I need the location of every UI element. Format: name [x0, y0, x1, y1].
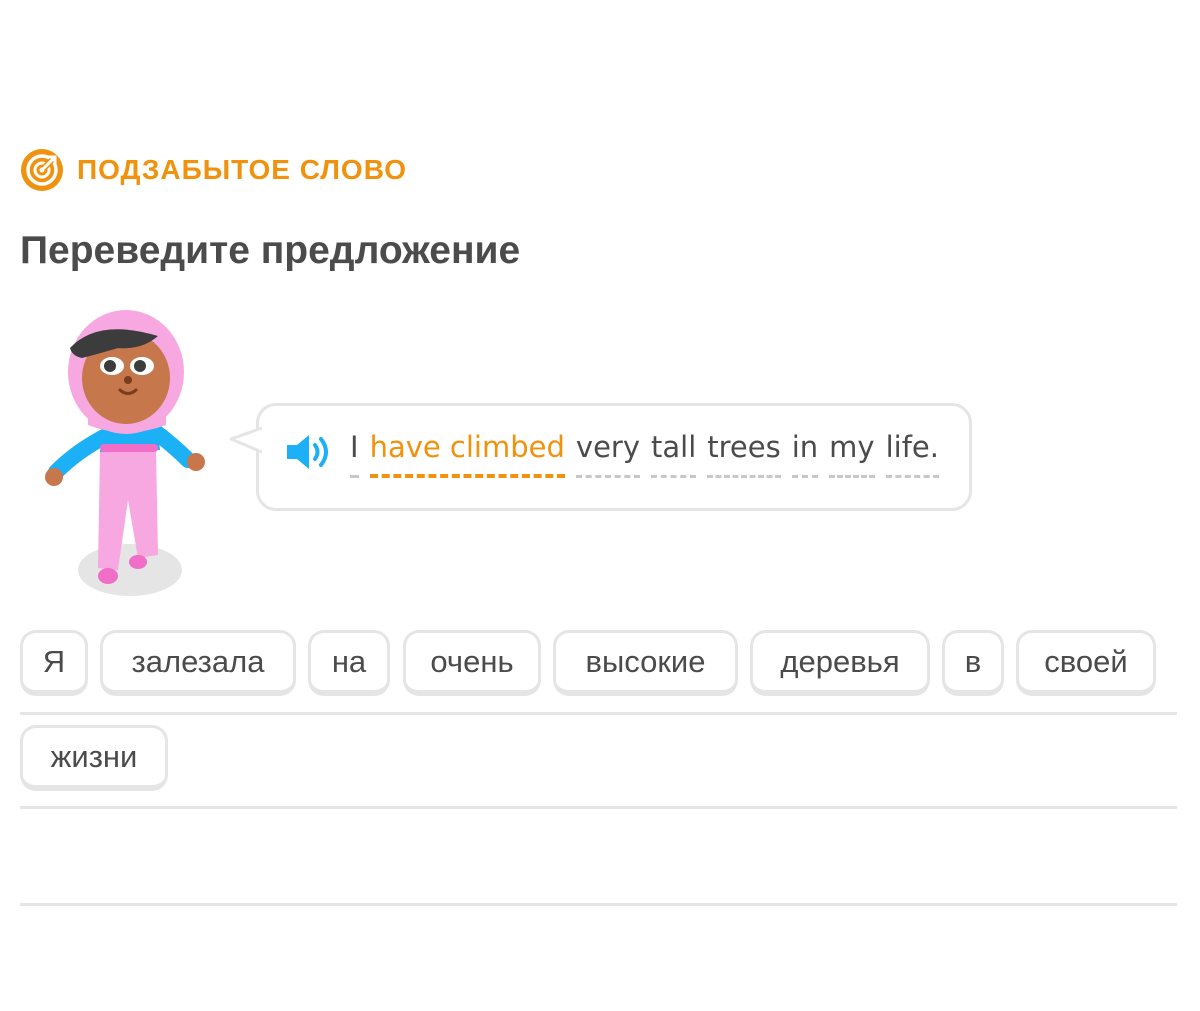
weak-word-badge: ПОДЗАБЫТОЕ СЛОВО [20, 148, 407, 192]
word-chip[interactable]: залезала [100, 630, 296, 696]
answer-line [20, 712, 1177, 715]
word-chip[interactable]: в [942, 630, 1004, 696]
word-chip[interactable]: жизни [20, 725, 168, 791]
prompt-token[interactable]: life. [885, 430, 940, 478]
target-refresh-icon [21, 149, 63, 191]
speech-bubble-tail [229, 426, 262, 454]
exercise-screen: ПОДЗАБЫТОЕ СЛОВО Переведите предложение [0, 0, 1200, 1011]
page-title: Переведите предложение [20, 229, 521, 272]
prompt-token-highlighted[interactable]: have climbed [369, 430, 566, 478]
prompt-token[interactable]: tall [651, 430, 697, 478]
word-chip[interactable]: своей [1016, 630, 1156, 696]
answer-line [20, 806, 1177, 809]
prompt-token[interactable]: my [829, 430, 876, 478]
word-chip[interactable]: высокие [553, 630, 738, 696]
word-chip[interactable]: на [308, 630, 390, 696]
word-chip[interactable]: очень [403, 630, 541, 696]
prompt-token[interactable]: very [575, 430, 641, 478]
speaker-icon[interactable] [285, 432, 333, 472]
prompt-token[interactable]: in [791, 430, 819, 478]
prompt-sentence: I have climbed very tall trees in my lif… [350, 430, 940, 478]
prompt-token[interactable]: I [350, 430, 359, 478]
character-illustration [45, 310, 205, 596]
answer-line [20, 903, 1177, 906]
badge-label: ПОДЗАБЫТОЕ СЛОВО [77, 154, 408, 185]
word-chip[interactable]: деревья [750, 630, 930, 696]
word-chip[interactable]: Я [20, 630, 88, 696]
prompt-token[interactable]: trees [707, 430, 782, 478]
